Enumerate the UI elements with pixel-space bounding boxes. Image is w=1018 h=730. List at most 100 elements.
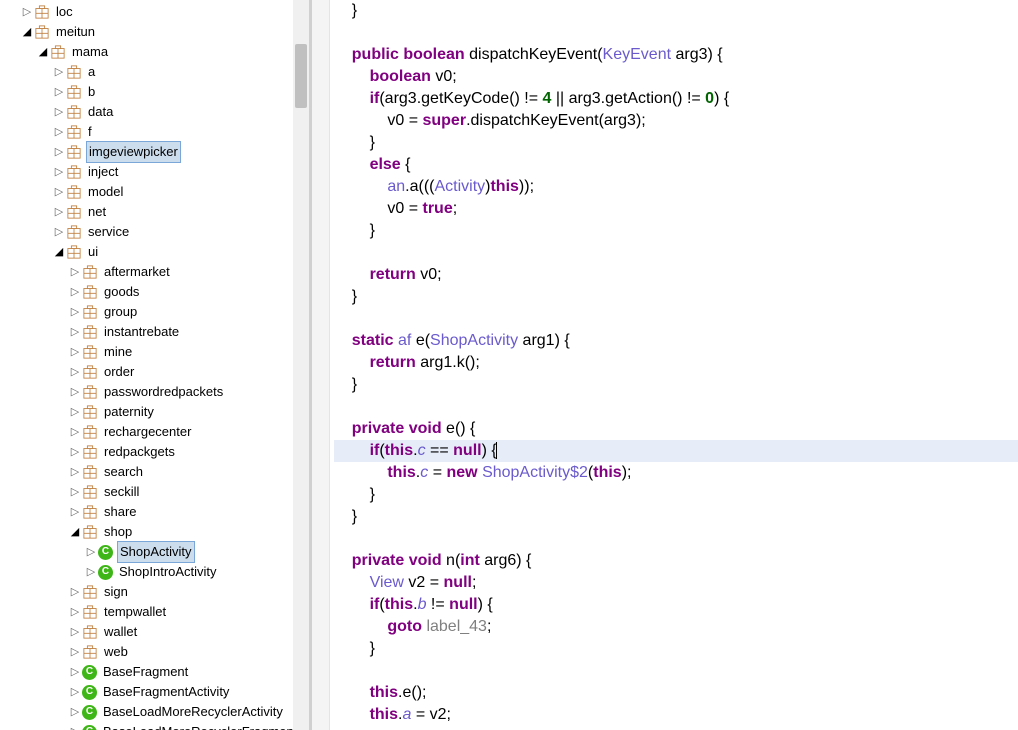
- tree-node-service[interactable]: ▷service: [0, 222, 309, 242]
- tree-node-label[interactable]: net: [86, 202, 108, 222]
- code-line[interactable]: View v2 = null;: [334, 572, 1018, 594]
- tree-node-goods[interactable]: ▷goods: [0, 282, 309, 302]
- tree-node-label[interactable]: mama: [70, 42, 110, 62]
- collapsed-arrow-icon[interactable]: ▷: [68, 602, 82, 622]
- tree-scrollbar-thumb[interactable]: [295, 44, 307, 108]
- tree-node-rechargecenter[interactable]: ▷rechargecenter: [0, 422, 309, 442]
- code-line[interactable]: public boolean dispatchKeyEvent(KeyEvent…: [334, 44, 1018, 66]
- collapsed-arrow-icon[interactable]: ▷: [68, 702, 82, 722]
- collapsed-arrow-icon[interactable]: ▷: [68, 722, 82, 730]
- tree-node-paternity[interactable]: ▷paternity: [0, 402, 309, 422]
- tree-node-label[interactable]: ui: [86, 242, 100, 262]
- tree-node-label[interactable]: inject: [86, 162, 120, 182]
- collapsed-arrow-icon[interactable]: ▷: [68, 382, 82, 402]
- tree-node-mama[interactable]: ◢ mama: [0, 42, 309, 62]
- collapsed-arrow-icon[interactable]: ▷: [68, 482, 82, 502]
- collapsed-arrow-icon[interactable]: ▷: [52, 82, 66, 102]
- tree-node-data[interactable]: ▷data: [0, 102, 309, 122]
- tree-node-label[interactable]: sign: [102, 582, 130, 602]
- tree-node-group[interactable]: ▷group: [0, 302, 309, 322]
- tree-node-label[interactable]: group: [102, 302, 139, 322]
- code-line[interactable]: [334, 242, 1018, 264]
- collapsed-arrow-icon[interactable]: ▷: [68, 262, 82, 282]
- tree-node-label[interactable]: b: [86, 82, 97, 102]
- tree-node-model[interactable]: ▷model: [0, 182, 309, 202]
- expanded-arrow-icon[interactable]: ◢: [20, 22, 34, 42]
- tree-node-web[interactable]: ▷ web: [0, 642, 309, 662]
- code-line[interactable]: }: [334, 638, 1018, 660]
- collapsed-arrow-icon[interactable]: ▷: [84, 562, 98, 582]
- code-line[interactable]: v0 = super.dispatchKeyEvent(arg3);: [334, 110, 1018, 132]
- tree-node-loc[interactable]: ▷ loc: [0, 2, 309, 22]
- tree-node-label[interactable]: f: [86, 122, 94, 142]
- tree-node-meitun[interactable]: ◢ meitun: [0, 22, 309, 42]
- code-line[interactable]: v0 = true;: [334, 198, 1018, 220]
- tree-node-b[interactable]: ▷b: [0, 82, 309, 102]
- code-line[interactable]: [334, 396, 1018, 418]
- tree-node-instantrebate[interactable]: ▷instantrebate: [0, 322, 309, 342]
- code-line[interactable]: }: [334, 132, 1018, 154]
- tree-node-label[interactable]: loc: [54, 2, 75, 22]
- code-content[interactable]: } public boolean dispatchKeyEvent(KeyEve…: [334, 0, 1018, 726]
- code-line[interactable]: [334, 660, 1018, 682]
- tree-node-label[interactable]: share: [102, 502, 139, 522]
- collapsed-arrow-icon[interactable]: ▷: [68, 362, 82, 382]
- collapsed-arrow-icon[interactable]: ▷: [68, 642, 82, 662]
- collapsed-arrow-icon[interactable]: ▷: [68, 442, 82, 462]
- tree-node-tempwallet[interactable]: ▷ tempwallet: [0, 602, 309, 622]
- tree-node-label[interactable]: meitun: [54, 22, 97, 42]
- tree-node-label[interactable]: shop: [102, 522, 134, 542]
- code-line[interactable]: return v0;: [334, 264, 1018, 286]
- tree-node-label[interactable]: order: [102, 362, 136, 382]
- code-line[interactable]: boolean v0;: [334, 66, 1018, 88]
- tree-node-share[interactable]: ▷share: [0, 502, 309, 522]
- code-line[interactable]: }: [334, 220, 1018, 242]
- tree-node-label[interactable]: ShopActivity: [117, 541, 195, 563]
- collapsed-arrow-icon[interactable]: ▷: [68, 422, 82, 442]
- collapsed-arrow-icon[interactable]: ▷: [52, 182, 66, 202]
- collapsed-arrow-icon[interactable]: ▷: [68, 622, 82, 642]
- tree-node-label[interactable]: imgeviewpicker: [86, 141, 181, 163]
- code-line[interactable]: this.e();: [334, 682, 1018, 704]
- code-line[interactable]: private void e() {: [334, 418, 1018, 440]
- tree-node-label[interactable]: mine: [102, 342, 134, 362]
- collapsed-arrow-icon[interactable]: ▷: [52, 162, 66, 182]
- collapsed-arrow-icon[interactable]: ▷: [52, 142, 66, 162]
- tree-node-ui[interactable]: ◢ui: [0, 242, 309, 262]
- tree-node-label[interactable]: search: [102, 462, 145, 482]
- code-line[interactable]: [334, 528, 1018, 550]
- code-line[interactable]: }: [334, 506, 1018, 528]
- collapsed-arrow-icon[interactable]: ▷: [68, 322, 82, 342]
- expanded-arrow-icon[interactable]: ◢: [68, 522, 82, 542]
- collapsed-arrow-icon[interactable]: ▷: [68, 282, 82, 302]
- code-line[interactable]: }: [334, 0, 1018, 22]
- collapsed-arrow-icon[interactable]: ▷: [68, 662, 82, 682]
- tree-scrollbar-track[interactable]: [293, 0, 309, 730]
- collapsed-arrow-icon[interactable]: ▷: [20, 2, 34, 22]
- code-line[interactable]: }: [334, 286, 1018, 308]
- tree-node-f[interactable]: ▷f: [0, 122, 309, 142]
- tree-node-imgeviewpicker[interactable]: ▷ imgeviewpicker: [0, 142, 309, 162]
- code-editor-panel[interactable]: } public boolean dispatchKeyEvent(KeyEve…: [312, 0, 1018, 730]
- code-line[interactable]: if(this.b != null) {: [334, 594, 1018, 616]
- code-line[interactable]: an.a(((Activity)this));: [334, 176, 1018, 198]
- tree-node-label[interactable]: data: [86, 102, 115, 122]
- code-line[interactable]: return arg1.k();: [334, 352, 1018, 374]
- tree-node-label[interactable]: aftermarket: [102, 262, 172, 282]
- code-line[interactable]: static af e(ShopActivity arg1) {: [334, 330, 1018, 352]
- collapsed-arrow-icon[interactable]: ▷: [68, 582, 82, 602]
- tree-node-shopactivity[interactable]: ▷CShopActivity: [0, 542, 309, 562]
- collapsed-arrow-icon[interactable]: ▷: [84, 542, 98, 562]
- collapsed-arrow-icon[interactable]: ▷: [68, 402, 82, 422]
- tree-node-aftermarket[interactable]: ▷ aftermarket: [0, 262, 309, 282]
- tree-node-label[interactable]: wallet: [102, 622, 139, 642]
- tree-node-seckill[interactable]: ▷seckill: [0, 482, 309, 502]
- tree-root[interactable]: ▷loc◢meitun◢mama▷a▷b▷data▷f▷imgeviewpick…: [0, 0, 309, 730]
- tree-node-label[interactable]: passwordredpackets: [102, 382, 225, 402]
- expanded-arrow-icon[interactable]: ◢: [36, 42, 50, 62]
- tree-node-label[interactable]: web: [102, 642, 130, 662]
- tree-node-baseloadmorerecycleractivity[interactable]: ▷CBaseLoadMoreRecyclerActivity: [0, 702, 309, 722]
- tree-node-net[interactable]: ▷net: [0, 202, 309, 222]
- tree-node-label[interactable]: BaseLoadMoreRecyclerFragmen: [101, 722, 296, 730]
- tree-node-label[interactable]: tempwallet: [102, 602, 168, 622]
